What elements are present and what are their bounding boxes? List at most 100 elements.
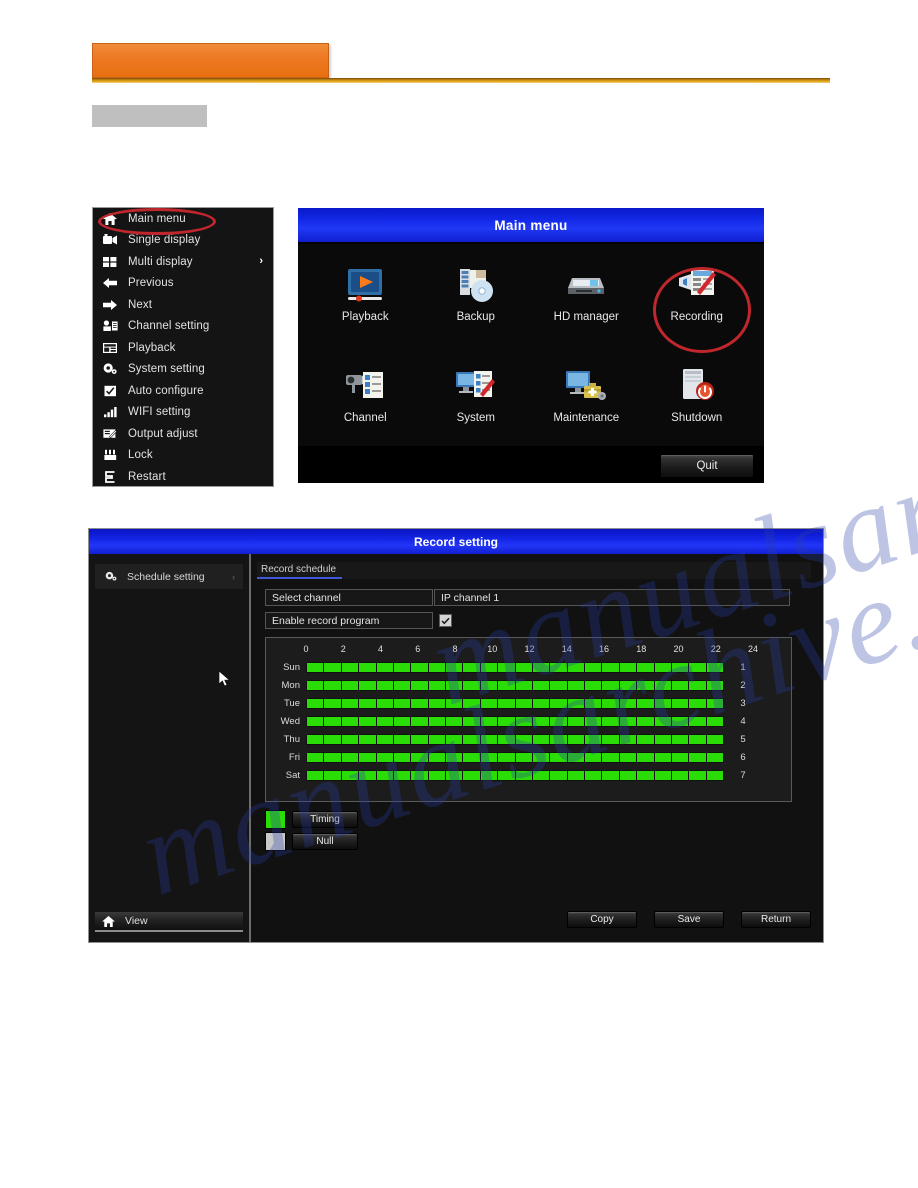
schedule-cell[interactable] bbox=[515, 662, 532, 672]
schedule-cell[interactable] bbox=[602, 662, 619, 672]
schedule-cell[interactable] bbox=[463, 752, 480, 762]
schedule-cell[interactable] bbox=[307, 752, 324, 762]
schedule-cell[interactable] bbox=[619, 770, 637, 780]
schedule-cell[interactable] bbox=[706, 752, 723, 762]
schedule-cell[interactable] bbox=[428, 698, 445, 708]
schedule-cell[interactable] bbox=[637, 752, 654, 762]
schedule-cell[interactable] bbox=[619, 716, 637, 726]
schedule-cell[interactable] bbox=[341, 716, 359, 726]
schedule-cell[interactable] bbox=[515, 698, 532, 708]
schedule-cell[interactable] bbox=[637, 680, 654, 690]
schedule-cell[interactable] bbox=[463, 680, 480, 690]
schedule-cell[interactable] bbox=[515, 752, 532, 762]
schedule-cell[interactable] bbox=[532, 752, 550, 762]
schedule-cell-track[interactable] bbox=[306, 733, 724, 745]
schedule-cell[interactable] bbox=[637, 716, 654, 726]
schedule-cell[interactable] bbox=[619, 698, 637, 708]
schedule-cell[interactable] bbox=[341, 752, 359, 762]
schedule-cell[interactable] bbox=[341, 770, 359, 780]
menu-item-main-menu[interactable]: Main menu bbox=[93, 208, 273, 230]
schedule-cell[interactable] bbox=[654, 716, 671, 726]
menu-item-system-setting[interactable]: System setting bbox=[93, 359, 273, 381]
schedule-cell-track[interactable] bbox=[306, 679, 724, 691]
schedule-cell[interactable] bbox=[359, 662, 376, 672]
schedule-cell[interactable] bbox=[602, 716, 619, 726]
schedule-cell[interactable] bbox=[637, 662, 654, 672]
schedule-cell[interactable] bbox=[532, 716, 550, 726]
schedule-cell[interactable] bbox=[307, 770, 324, 780]
main-menu-item-system[interactable]: System bbox=[421, 345, 532, 446]
tab-record-schedule[interactable]: Record schedule bbox=[257, 564, 343, 579]
schedule-cell[interactable] bbox=[463, 698, 480, 708]
schedule-cell[interactable] bbox=[706, 680, 723, 690]
main-menu-item-hd-manager[interactable]: HD manager bbox=[531, 244, 642, 345]
schedule-cell[interactable] bbox=[706, 662, 723, 672]
sidebar-item-schedule-setting[interactable]: Schedule setting › bbox=[95, 564, 243, 589]
schedule-cell[interactable] bbox=[602, 734, 619, 744]
schedule-cell[interactable] bbox=[602, 680, 619, 690]
schedule-cell[interactable] bbox=[359, 698, 376, 708]
schedule-cell[interactable] bbox=[550, 752, 567, 762]
schedule-cell[interactable] bbox=[376, 662, 393, 672]
schedule-cell[interactable] bbox=[585, 680, 602, 690]
schedule-cell[interactable] bbox=[446, 752, 463, 762]
schedule-cell[interactable] bbox=[411, 680, 428, 690]
schedule-cell[interactable] bbox=[654, 734, 671, 744]
schedule-cell[interactable] bbox=[411, 734, 428, 744]
schedule-cell[interactable] bbox=[307, 734, 324, 744]
schedule-cell[interactable] bbox=[567, 680, 584, 690]
schedule-cell[interactable] bbox=[324, 680, 341, 690]
schedule-cell[interactable] bbox=[446, 680, 463, 690]
schedule-cell[interactable] bbox=[567, 716, 584, 726]
schedule-cell[interactable] bbox=[550, 770, 567, 780]
schedule-cell[interactable] bbox=[689, 698, 706, 708]
schedule-cell[interactable] bbox=[428, 662, 445, 672]
schedule-cell[interactable] bbox=[480, 662, 498, 672]
schedule-cell[interactable] bbox=[619, 662, 637, 672]
schedule-cell[interactable] bbox=[585, 698, 602, 708]
schedule-cell[interactable] bbox=[532, 698, 550, 708]
schedule-cell[interactable] bbox=[359, 770, 376, 780]
schedule-cell[interactable] bbox=[515, 734, 532, 744]
return-button[interactable]: Return bbox=[741, 911, 811, 928]
menu-item-auto-configure[interactable]: Auto configure bbox=[93, 380, 273, 402]
schedule-cell[interactable] bbox=[671, 716, 689, 726]
schedule-cell[interactable] bbox=[393, 662, 411, 672]
schedule-cell[interactable] bbox=[706, 698, 723, 708]
schedule-cell[interactable] bbox=[341, 734, 359, 744]
sidebar-view-button[interactable]: View bbox=[95, 912, 243, 932]
schedule-cell[interactable] bbox=[567, 698, 584, 708]
schedule-cell[interactable] bbox=[550, 698, 567, 708]
menu-item-multi-display[interactable]: Multi display › bbox=[93, 251, 273, 273]
schedule-cell[interactable] bbox=[567, 770, 584, 780]
schedule-cell[interactable] bbox=[428, 770, 445, 780]
schedule-cell[interactable] bbox=[637, 698, 654, 708]
schedule-cell[interactable] bbox=[393, 698, 411, 708]
schedule-cell[interactable] bbox=[498, 770, 515, 780]
schedule-cell[interactable] bbox=[307, 662, 324, 672]
menu-item-output-adjust[interactable]: Output adjust bbox=[93, 423, 273, 445]
schedule-cell[interactable] bbox=[689, 680, 706, 690]
schedule-cell[interactable] bbox=[480, 680, 498, 690]
schedule-cell[interactable] bbox=[654, 752, 671, 762]
schedule-cell[interactable] bbox=[654, 662, 671, 672]
schedule-cell-track[interactable] bbox=[306, 661, 724, 673]
schedule-cell[interactable] bbox=[307, 698, 324, 708]
schedule-cell[interactable] bbox=[671, 662, 689, 672]
schedule-cell[interactable] bbox=[550, 716, 567, 726]
menu-item-next[interactable]: Next bbox=[93, 294, 273, 316]
schedule-cell[interactable] bbox=[341, 698, 359, 708]
schedule-cell[interactable] bbox=[376, 734, 393, 744]
schedule-cell[interactable] bbox=[463, 734, 480, 744]
menu-item-previous[interactable]: Previous bbox=[93, 273, 273, 295]
schedule-cell[interactable] bbox=[480, 698, 498, 708]
schedule-cell[interactable] bbox=[585, 770, 602, 780]
schedule-cell[interactable] bbox=[671, 680, 689, 690]
schedule-cell[interactable] bbox=[532, 662, 550, 672]
schedule-cell[interactable] bbox=[689, 716, 706, 726]
schedule-cell[interactable] bbox=[654, 698, 671, 708]
schedule-cell[interactable] bbox=[307, 716, 324, 726]
menu-item-channel-setting[interactable]: Channel setting bbox=[93, 316, 273, 338]
schedule-cell[interactable] bbox=[376, 716, 393, 726]
schedule-cell[interactable] bbox=[567, 752, 584, 762]
